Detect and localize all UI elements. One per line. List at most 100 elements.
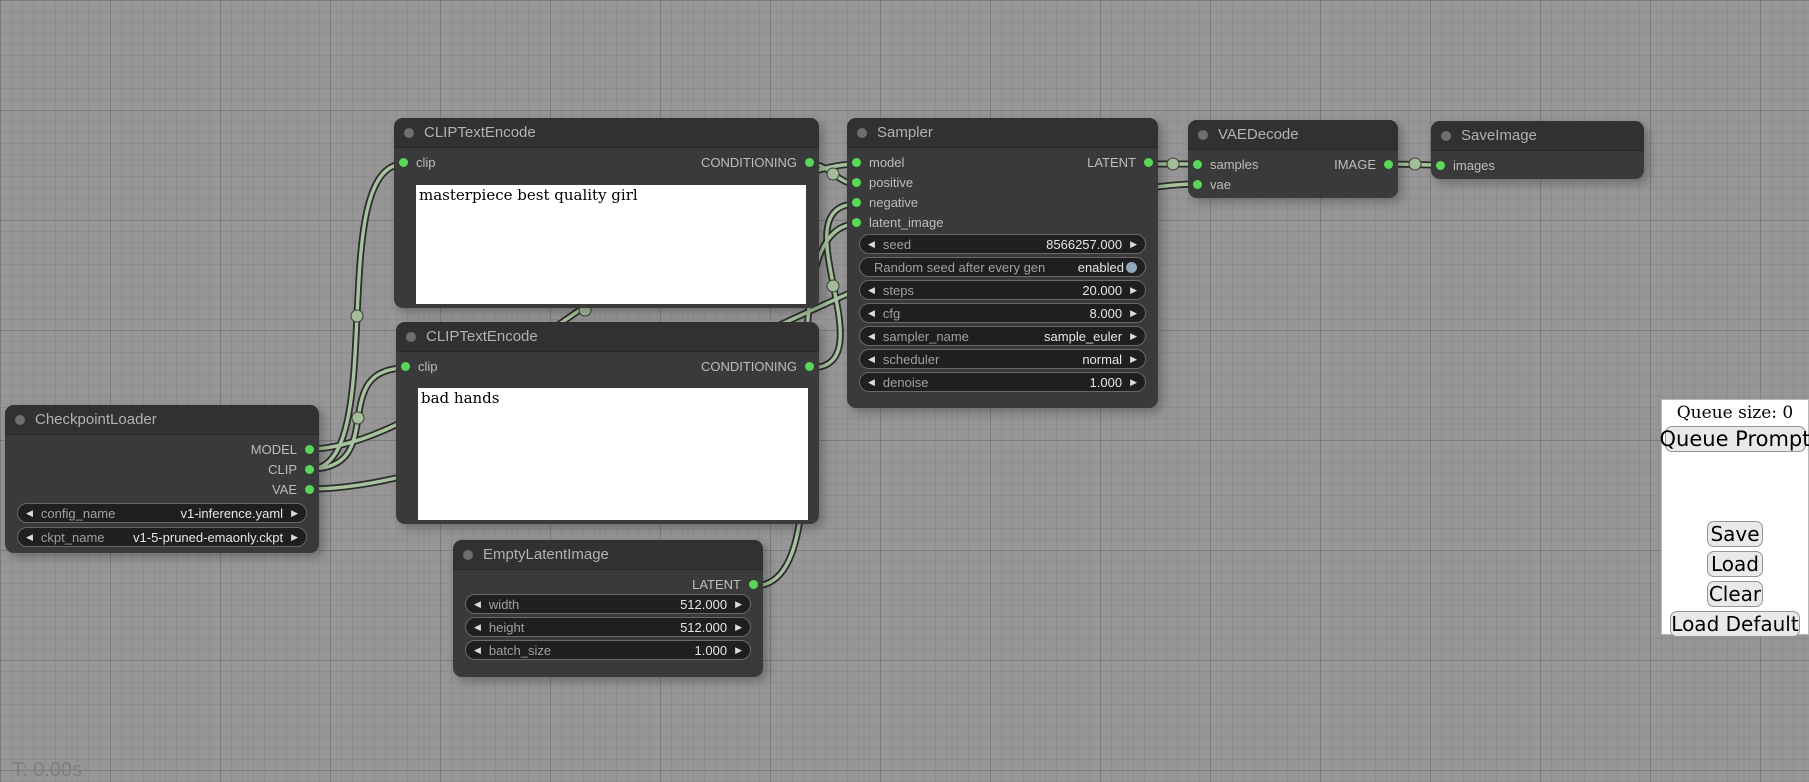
decrement-arrow-icon[interactable]: ◀: [474, 623, 481, 632]
collapse-dot-icon[interactable]: [857, 128, 867, 138]
output-dot-icon[interactable]: [1384, 160, 1393, 169]
node-header[interactable]: SaveImage: [1431, 121, 1644, 151]
input-dot-icon[interactable]: [852, 218, 861, 227]
node-title: EmptyLatentImage: [483, 546, 609, 563]
save-button[interactable]: Save: [1707, 521, 1763, 547]
collapse-dot-icon[interactable]: [15, 415, 25, 425]
load-button[interactable]: Load: [1707, 551, 1763, 577]
random-seed-toggle[interactable]: Random seed after every gen enabled: [859, 257, 1146, 277]
input-slot-positive[interactable]: positive: [847, 172, 1158, 192]
node-header[interactable]: CLIPTextEncode: [396, 322, 819, 352]
output-slot-vae[interactable]: VAE: [5, 479, 319, 499]
decrement-arrow-icon[interactable]: ◀: [26, 533, 33, 542]
decrement-arrow-icon[interactable]: ◀: [868, 332, 875, 341]
collapse-dot-icon[interactable]: [1441, 131, 1451, 141]
decrement-arrow-icon[interactable]: ◀: [868, 240, 875, 249]
increment-arrow-icon[interactable]: ▶: [1130, 309, 1137, 318]
increment-arrow-icon[interactable]: ▶: [1130, 286, 1137, 295]
output-dot-icon[interactable]: [749, 580, 758, 589]
collapse-dot-icon[interactable]: [1198, 130, 1208, 140]
output-dot-icon[interactable]: [805, 362, 814, 371]
toggle-dot-icon[interactable]: [1126, 262, 1137, 273]
increment-arrow-icon[interactable]: ▶: [291, 533, 298, 542]
node-header[interactable]: VAEDecode: [1188, 120, 1398, 150]
node-empty-latent-image[interactable]: EmptyLatentImage LATENT ◀ width 512.000 …: [453, 540, 763, 677]
decrement-arrow-icon[interactable]: ◀: [868, 355, 875, 364]
increment-arrow-icon[interactable]: ▶: [735, 646, 742, 655]
input-dot-icon[interactable]: [1193, 160, 1202, 169]
input-slot-vae[interactable]: vae: [1188, 174, 1398, 194]
queue-prompt-button[interactable]: Queue Prompt: [1665, 426, 1806, 452]
batch-size-widget[interactable]: ◀ batch_size 1.000 ▶: [465, 640, 751, 660]
input-slot-clip[interactable]: clip: [399, 155, 436, 170]
height-widget[interactable]: ◀ height 512.000 ▶: [465, 617, 751, 637]
node-vae-decode[interactable]: VAEDecode samples IMAGE vae: [1188, 120, 1398, 198]
increment-arrow-icon[interactable]: ▶: [1130, 240, 1137, 249]
output-slot-image[interactable]: IMAGE: [1334, 157, 1393, 172]
node-clip-text-encode-positive[interactable]: CLIPTextEncode clip CONDITIONING masterp…: [394, 118, 819, 308]
decrement-arrow-icon[interactable]: ◀: [26, 509, 33, 518]
output-slot-conditioning[interactable]: CONDITIONING: [701, 359, 814, 374]
denoise-widget[interactable]: ◀ denoise 1.000 ▶: [859, 372, 1146, 392]
output-dot-icon[interactable]: [305, 445, 314, 454]
node-save-image[interactable]: SaveImage images: [1431, 121, 1644, 179]
widget-label: ckpt_name: [41, 530, 133, 545]
input-slot-images[interactable]: images: [1431, 155, 1644, 175]
increment-arrow-icon[interactable]: ▶: [291, 509, 298, 518]
input-dot-icon[interactable]: [401, 362, 410, 371]
cfg-widget[interactable]: ◀ cfg 8.000 ▶: [859, 303, 1146, 323]
scheduler-widget[interactable]: ◀ scheduler normal ▶: [859, 349, 1146, 369]
input-dot-icon[interactable]: [399, 158, 408, 167]
node-header[interactable]: CLIPTextEncode: [394, 118, 819, 148]
negative-prompt-textarea[interactable]: bad hands: [418, 388, 808, 520]
load-default-button[interactable]: Load Default: [1670, 611, 1800, 637]
decrement-arrow-icon[interactable]: ◀: [474, 600, 481, 609]
output-dot-icon[interactable]: [305, 485, 314, 494]
input-slot-negative[interactable]: negative: [847, 192, 1158, 212]
clear-button[interactable]: Clear: [1707, 581, 1763, 607]
input-dot-icon[interactable]: [852, 158, 861, 167]
decrement-arrow-icon[interactable]: ◀: [474, 646, 481, 655]
increment-arrow-icon[interactable]: ▶: [1130, 332, 1137, 341]
width-widget[interactable]: ◀ width 512.000 ▶: [465, 594, 751, 614]
input-dot-icon[interactable]: [1436, 161, 1445, 170]
ckpt-name-widget[interactable]: ◀ ckpt_name v1-5-pruned-emaonly.ckpt ▶: [17, 527, 307, 547]
increment-arrow-icon[interactable]: ▶: [1130, 378, 1137, 387]
input-slot-clip[interactable]: clip: [401, 359, 438, 374]
input-slot-latent-image[interactable]: latent_image: [847, 212, 1158, 232]
output-slot-conditioning[interactable]: CONDITIONING: [701, 155, 814, 170]
positive-prompt-textarea[interactable]: masterpiece best quality girl: [416, 185, 806, 304]
output-dot-icon[interactable]: [1144, 158, 1153, 167]
input-dot-icon[interactable]: [852, 198, 861, 207]
config-name-widget[interactable]: ◀ config_name v1-inference.yaml ▶: [17, 503, 307, 523]
steps-widget[interactable]: ◀ steps 20.000 ▶: [859, 280, 1146, 300]
output-slot-latent[interactable]: LATENT: [453, 574, 763, 594]
sampler-name-widget[interactable]: ◀ sampler_name sample_euler ▶: [859, 326, 1146, 346]
input-dot-icon[interactable]: [852, 178, 861, 187]
node-header[interactable]: EmptyLatentImage: [453, 540, 763, 570]
node-checkpoint-loader[interactable]: CheckpointLoader MODEL CLIP VAE ◀ config…: [5, 405, 319, 553]
output-slot-clip[interactable]: CLIP: [5, 459, 319, 479]
node-graph-canvas[interactable]: CheckpointLoader MODEL CLIP VAE ◀ config…: [0, 0, 1809, 782]
node-clip-text-encode-negative[interactable]: CLIPTextEncode clip CONDITIONING bad han…: [396, 322, 819, 524]
input-slot-model[interactable]: model: [852, 155, 904, 170]
output-slot-model[interactable]: MODEL: [5, 439, 319, 459]
node-sampler[interactable]: Sampler model LATENT positive negative: [847, 118, 1158, 408]
node-header[interactable]: CheckpointLoader: [5, 405, 319, 435]
collapse-dot-icon[interactable]: [463, 550, 473, 560]
increment-arrow-icon[interactable]: ▶: [735, 623, 742, 632]
decrement-arrow-icon[interactable]: ◀: [868, 286, 875, 295]
output-dot-icon[interactable]: [305, 465, 314, 474]
collapse-dot-icon[interactable]: [404, 128, 414, 138]
node-header[interactable]: Sampler: [847, 118, 1158, 148]
decrement-arrow-icon[interactable]: ◀: [868, 378, 875, 387]
seed-widget[interactable]: ◀ seed 8566257.000 ▶: [859, 234, 1146, 254]
output-dot-icon[interactable]: [805, 158, 814, 167]
input-slot-samples[interactable]: samples: [1193, 157, 1258, 172]
decrement-arrow-icon[interactable]: ◀: [868, 309, 875, 318]
input-dot-icon[interactable]: [1193, 180, 1202, 189]
output-slot-latent[interactable]: LATENT: [1087, 155, 1153, 170]
collapse-dot-icon[interactable]: [406, 332, 416, 342]
increment-arrow-icon[interactable]: ▶: [1130, 355, 1137, 364]
increment-arrow-icon[interactable]: ▶: [735, 600, 742, 609]
